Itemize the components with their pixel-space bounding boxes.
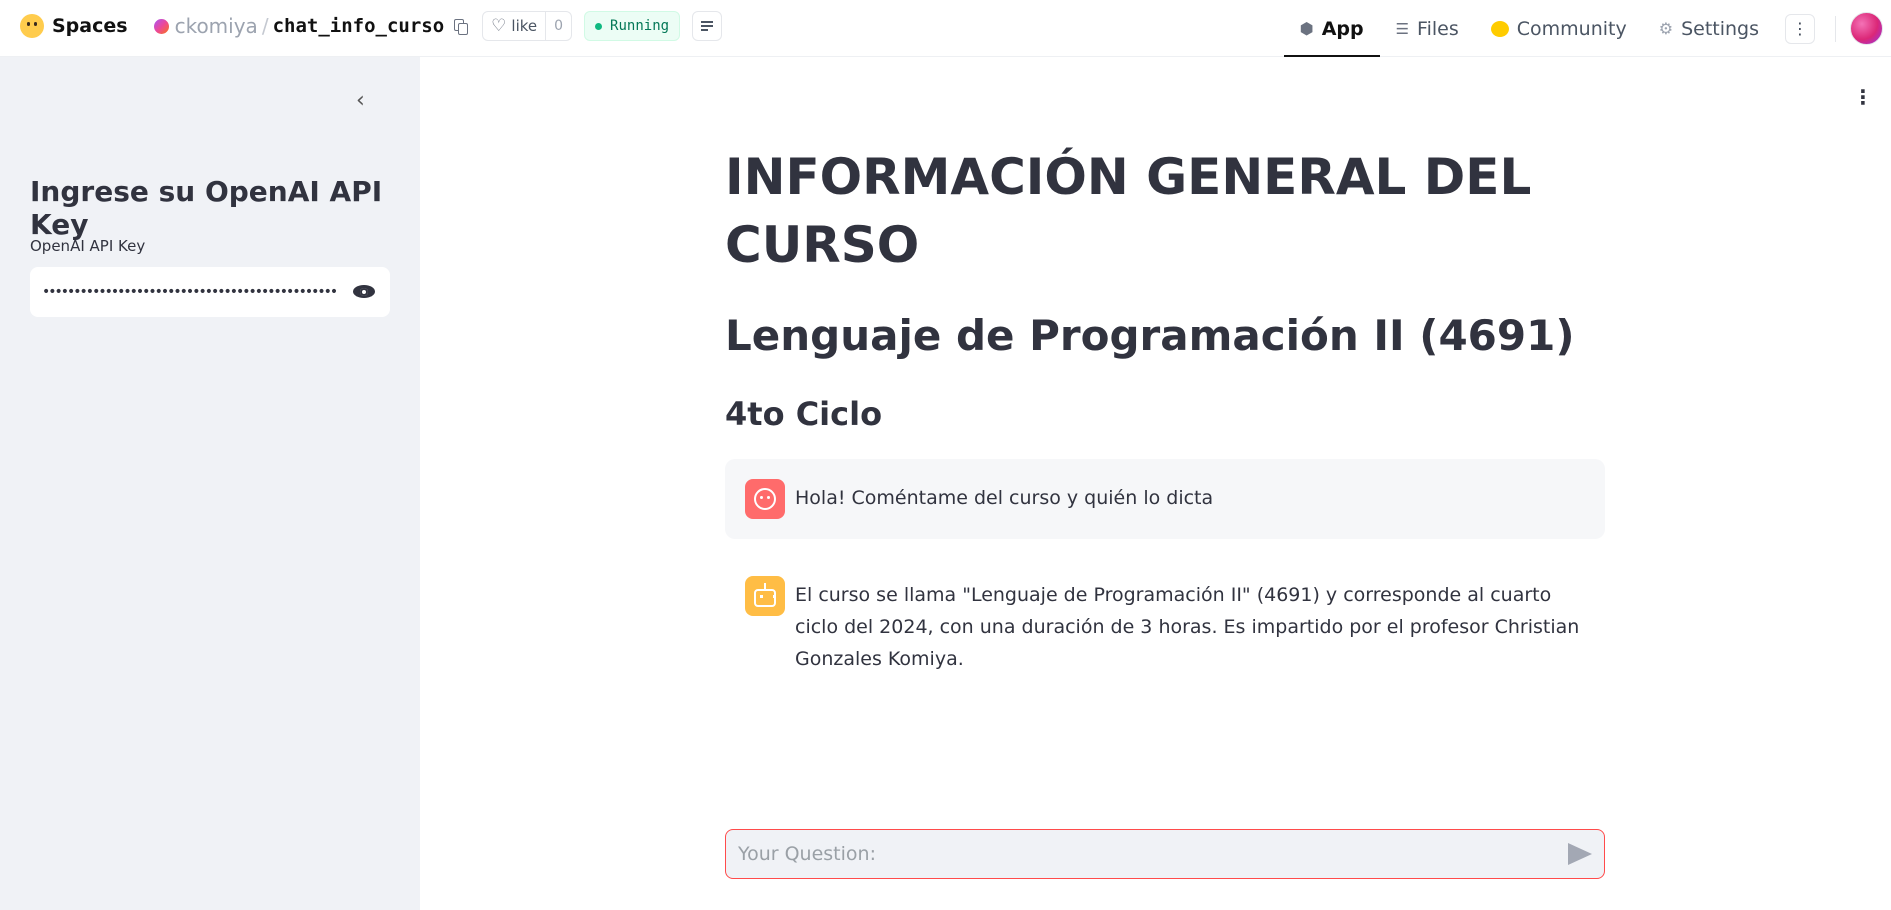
hugging-face-logo-icon[interactable] xyxy=(20,14,44,38)
tab-community[interactable]: Community xyxy=(1475,0,1643,57)
status-dot-icon xyxy=(595,22,603,30)
page-title: INFORMACIÓN GENERAL DEL CURSO xyxy=(725,148,1532,274)
chat-input[interactable] xyxy=(738,843,1568,865)
api-key-label: OpenAI API Key xyxy=(30,237,146,255)
tab-label: Community xyxy=(1516,17,1627,40)
status-badge[interactable]: Running xyxy=(584,11,681,41)
message-text: Hola! Coméntame del curso y quién lo dic… xyxy=(795,487,1214,509)
show-password-icon[interactable] xyxy=(352,283,378,301)
breadcrumb-separator: / xyxy=(261,14,269,38)
cycle-heading: 4to Ciclo xyxy=(725,395,883,433)
message-text: El curso se llama "Lenguaje de Programac… xyxy=(795,584,1580,670)
like-label: like xyxy=(511,17,538,35)
community-icon xyxy=(1490,20,1509,37)
owner-link[interactable]: ckomiya xyxy=(175,14,258,38)
top-bar: Spaces ckomiya / chat_info_curso ♡ like … xyxy=(0,0,1891,57)
more-options-button[interactable]: ⋮ xyxy=(1785,13,1815,44)
like-group: ♡ like 0 xyxy=(482,11,573,41)
files-icon: ☰ xyxy=(1395,19,1410,38)
chat-input-box[interactable] xyxy=(725,829,1605,879)
like-button[interactable]: ♡ like xyxy=(483,12,547,40)
course-name-heading: Lenguaje de Programación II (4691) xyxy=(725,311,1575,360)
user-avatar[interactable] xyxy=(1850,12,1883,45)
main-content: ⋮ INFORMACIÓN GENERAL DEL CURSO Lenguaje… xyxy=(420,57,1891,910)
tab-label: Files xyxy=(1417,17,1459,40)
header-nav: ⬢ App ☰ Files Community ⚙ Settings ⋮ xyxy=(1283,0,1891,57)
tab-settings[interactable]: ⚙ Settings xyxy=(1643,0,1775,57)
user-face-icon xyxy=(745,479,785,519)
heart-icon: ♡ xyxy=(491,16,507,36)
tab-app[interactable]: ⬢ App xyxy=(1283,0,1380,57)
header-left: Spaces ckomiya / chat_info_curso ♡ like … xyxy=(20,0,723,52)
like-count[interactable]: 0 xyxy=(546,18,571,34)
tab-files[interactable]: ☰ Files xyxy=(1380,0,1475,57)
api-key-value[interactable]: ••••••••••••••••••••••••••••••••••••••••… xyxy=(42,284,338,300)
tab-label: App xyxy=(1321,17,1364,40)
tab-label: Settings xyxy=(1681,17,1759,40)
cube-icon: ⬢ xyxy=(1299,19,1314,38)
api-key-field[interactable]: ••••••••••••••••••••••••••••••••••••••••… xyxy=(30,267,390,317)
divider xyxy=(1835,15,1836,42)
collapse-sidebar-button[interactable]: ‹ xyxy=(356,88,365,113)
sidebar: ‹ Ingrese su OpenAI API Key OpenAI API K… xyxy=(0,57,420,910)
repo-name-link[interactable]: chat_info_curso xyxy=(273,15,445,37)
chat-message-assistant: El curso se llama "Lenguaje de Programac… xyxy=(725,556,1605,670)
logs-button[interactable] xyxy=(692,11,723,41)
spaces-link[interactable]: Spaces xyxy=(52,15,128,37)
robot-icon xyxy=(745,576,785,616)
gear-icon: ⚙ xyxy=(1658,19,1674,38)
chat-message-user: Hola! Coméntame del curso y quién lo dic… xyxy=(725,459,1605,539)
status-label: Running xyxy=(610,18,670,34)
main-menu-icon[interactable]: ⋮ xyxy=(1853,85,1873,109)
copy-icon[interactable] xyxy=(452,17,470,35)
owner-avatar xyxy=(153,18,169,34)
send-icon[interactable] xyxy=(1568,843,1592,865)
sidebar-title: Ingrese su OpenAI API Key xyxy=(30,175,383,241)
